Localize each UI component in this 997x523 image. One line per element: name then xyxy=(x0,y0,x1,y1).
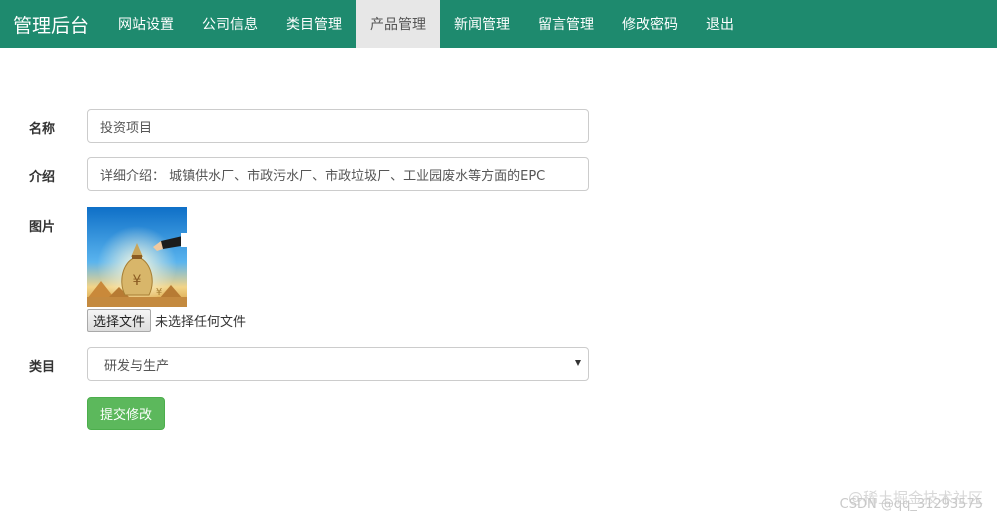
choose-file-button[interactable]: 选择文件 xyxy=(87,308,152,332)
svg-text:¥: ¥ xyxy=(133,273,142,289)
file-status-text: 未选择任何文件 xyxy=(155,314,247,330)
product-picture: ¥ ¥ xyxy=(87,207,187,307)
money-bag-pyramids-image: ¥ ¥ xyxy=(87,207,187,307)
name-input-value: 投资项目 xyxy=(100,120,153,136)
category-selected-value: 研发与生产 xyxy=(104,358,170,374)
picture-label: 图片 xyxy=(29,220,56,235)
submit-button[interactable]: 提交修改 xyxy=(87,397,166,430)
svg-text:¥: ¥ xyxy=(156,287,162,298)
category-select[interactable]: 研发与生产 xyxy=(87,347,589,381)
file-upload-row: 选择文件 未选择任何文件 xyxy=(87,308,246,332)
intro-input[interactable]: 详细介绍： 城镇供水厂、市政污水厂、市政垃圾厂、工业园废水等方面的EPC xyxy=(87,157,589,191)
caret-down-icon xyxy=(575,360,581,366)
name-input[interactable]: 投资项目 xyxy=(87,109,589,143)
product-edit-form: 名称 投资项目 介绍 详细介绍： 城镇供水厂、市政污水厂、市政垃圾厂、工业园废水… xyxy=(0,0,997,523)
intro-label: 介绍 xyxy=(29,170,56,185)
intro-input-value: 详细介绍： 城镇供水厂、市政污水厂、市政垃圾厂、工业园废水等方面的EPC xyxy=(100,168,546,184)
name-label: 名称 xyxy=(29,122,56,137)
category-label: 类目 xyxy=(29,360,56,375)
watermark-csdn: CSDN @qq_31293575 xyxy=(839,497,983,512)
